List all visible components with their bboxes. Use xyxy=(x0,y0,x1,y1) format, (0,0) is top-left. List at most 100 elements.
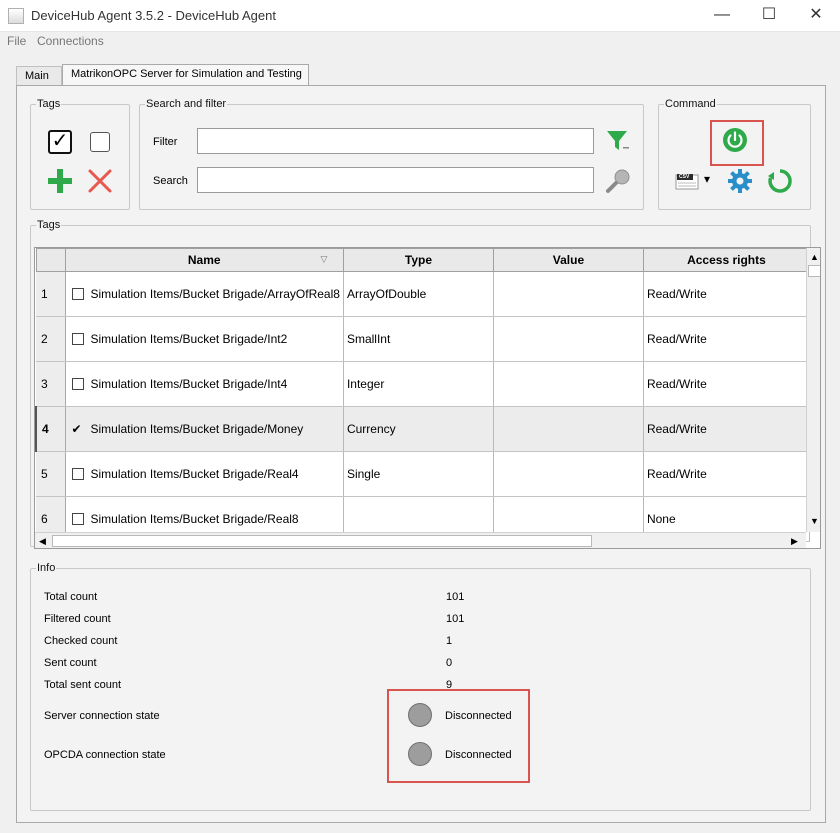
cell-value[interactable] xyxy=(493,361,644,407)
row-checkbox[interactable] xyxy=(71,468,84,480)
cell-name-text: Simulation Items/Bucket Brigade/Money xyxy=(90,422,304,436)
row-checkbox[interactable] xyxy=(71,288,84,300)
column-header-name[interactable]: Name ▽ xyxy=(64,248,344,272)
opcda-state-value: Disconnected xyxy=(445,749,512,761)
cell-name[interactable]: Simulation Items/Bucket Brigade/ArrayOfR… xyxy=(65,271,344,317)
table-row[interactable]: 2 Simulation Items/Bucket Brigade/Int2 S… xyxy=(36,316,810,362)
cell-type[interactable]: Single xyxy=(343,451,494,497)
table-row-selected[interactable]: 4 ✔ Simulation Items/Bucket Brigade/Money… xyxy=(35,406,810,452)
gear-icon xyxy=(728,169,752,193)
export-csv-button[interactable]: CSV xyxy=(675,172,701,194)
menu-file[interactable]: File xyxy=(7,34,26,48)
funnel-icon xyxy=(607,131,629,150)
cell-type[interactable]: Currency xyxy=(343,406,494,452)
menu-connections[interactable]: Connections xyxy=(37,34,104,48)
app-icon xyxy=(8,8,24,24)
column-header-type[interactable]: Type xyxy=(342,248,494,272)
cell-value[interactable] xyxy=(493,316,644,362)
table-row[interactable]: 1 Simulation Items/Bucket Brigade/ArrayO… xyxy=(36,271,810,317)
magnifier-icon xyxy=(606,169,630,193)
cell-access[interactable]: Read/Write xyxy=(643,361,810,407)
info-legend: Info xyxy=(37,562,56,574)
column-header-value[interactable]: Value xyxy=(492,248,644,272)
uncheck-all-button[interactable] xyxy=(90,132,110,152)
check-all-button[interactable]: ✓ xyxy=(48,130,72,154)
settings-button[interactable] xyxy=(727,168,753,194)
table-row[interactable]: 5 Simulation Items/Bucket Brigade/Real4 … xyxy=(36,451,810,497)
cell-access[interactable]: Read/Write xyxy=(643,406,810,452)
opcda-state-label: OPCDA connection state xyxy=(44,749,166,761)
window-title: DeviceHub Agent 3.5.2 - DeviceHub Agent xyxy=(31,8,276,23)
info-label: Total count xyxy=(44,591,98,603)
vertical-scrollbar[interactable]: ▲ ▼ xyxy=(806,248,820,532)
vertical-scroll-thumb[interactable] xyxy=(808,265,820,277)
power-icon xyxy=(723,128,747,152)
command-legend: Command xyxy=(665,98,716,110)
server-state-label: Server connection state xyxy=(44,710,160,722)
connect-button[interactable] xyxy=(722,127,748,153)
search-button[interactable] xyxy=(604,167,632,195)
close-button[interactable]: ✕ xyxy=(793,0,839,32)
scroll-right-arrow-icon[interactable]: ▶ xyxy=(791,536,798,547)
filter-input[interactable] xyxy=(197,128,594,154)
checkbox-checked-icon: ✓ xyxy=(51,130,69,152)
cell-name-text: Simulation Items/Bucket Brigade/Real4 xyxy=(90,467,299,481)
cell-access[interactable]: Read/Write xyxy=(643,451,810,497)
cell-type[interactable]: SmallInt xyxy=(343,316,494,362)
row-checkmark-icon[interactable]: ✔ xyxy=(72,422,84,436)
tab-main[interactable]: Main xyxy=(16,66,62,86)
cell-type[interactable]: Integer xyxy=(343,361,494,407)
row-number[interactable]: 1 xyxy=(36,271,66,317)
scroll-up-arrow-icon[interactable]: ▲ xyxy=(810,252,819,262)
opcda-state-indicator xyxy=(408,742,432,766)
cell-name-text: Simulation Items/Bucket Brigade/ArrayOfR… xyxy=(90,287,340,301)
row-number[interactable]: 4 xyxy=(35,406,66,452)
tags-toolbar-legend: Tags xyxy=(37,98,61,110)
tags-table: Name ▽ Type Value Access rights 1 Simula… xyxy=(34,247,821,549)
cell-name[interactable]: Simulation Items/Bucket Brigade/Real4 xyxy=(65,451,344,497)
info-label: Filtered count xyxy=(44,613,111,625)
cell-name[interactable]: Simulation Items/Bucket Brigade/Int4 xyxy=(65,361,344,407)
table-header-row: Name ▽ Type Value Access rights xyxy=(35,248,810,272)
row-checkbox[interactable] xyxy=(71,333,84,345)
scroll-left-arrow-icon[interactable]: ◀ xyxy=(39,536,46,547)
refresh-button[interactable] xyxy=(767,168,793,194)
cell-value[interactable] xyxy=(493,406,644,452)
cell-value[interactable] xyxy=(493,451,644,497)
info-label: Sent count xyxy=(44,657,97,669)
plus-icon xyxy=(48,169,72,193)
info-value: 9 xyxy=(446,679,453,691)
minimize-button[interactable]: — xyxy=(699,0,745,32)
cell-name[interactable]: Simulation Items/Bucket Brigade/Int2 xyxy=(65,316,344,362)
apply-filter-button[interactable] xyxy=(605,128,631,154)
maximize-button[interactable]: ☐ xyxy=(746,0,792,32)
row-number[interactable]: 2 xyxy=(36,316,66,362)
remove-tag-button[interactable] xyxy=(87,168,113,194)
row-number[interactable]: 3 xyxy=(36,361,66,407)
corner-header[interactable] xyxy=(35,248,66,272)
cell-access[interactable]: Read/Write xyxy=(643,271,810,317)
cell-type[interactable]: ArrayOfDouble xyxy=(343,271,494,317)
cell-access[interactable]: Read/Write xyxy=(643,316,810,362)
title-bar: DeviceHub Agent 3.5.2 - DeviceHub Agent … xyxy=(0,0,840,32)
add-tag-button[interactable] xyxy=(47,168,73,194)
cell-name-text: Simulation Items/Bucket Brigade/Int4 xyxy=(90,377,288,391)
search-filter-group: Search and filter xyxy=(139,98,644,210)
table-row[interactable]: 3 Simulation Items/Bucket Brigade/Int4 I… xyxy=(36,361,810,407)
search-input[interactable] xyxy=(197,167,594,193)
horizontal-scrollbar[interactable]: ◀ ▶ xyxy=(35,532,806,548)
row-checkbox[interactable] xyxy=(71,513,84,525)
row-number[interactable]: 5 xyxy=(36,451,66,497)
scroll-down-arrow-icon[interactable]: ▼ xyxy=(810,516,819,526)
export-dropdown-arrow[interactable]: ▾ xyxy=(704,172,710,186)
tab-matrikon-server[interactable]: MatrikonOPC Server for Simulation and Te… xyxy=(62,64,309,86)
cell-value[interactable] xyxy=(493,271,644,317)
row-checkbox[interactable] xyxy=(71,378,84,390)
info-value: 0 xyxy=(446,657,453,669)
sort-indicator-icon: ▽ xyxy=(320,254,328,264)
horizontal-scroll-thumb[interactable] xyxy=(52,535,592,547)
cell-name[interactable]: ✔ Simulation Items/Bucket Brigade/Money xyxy=(65,406,344,452)
column-header-access[interactable]: Access rights xyxy=(642,248,810,272)
menu-bar: File Connections xyxy=(0,32,840,51)
refresh-icon xyxy=(768,169,792,193)
